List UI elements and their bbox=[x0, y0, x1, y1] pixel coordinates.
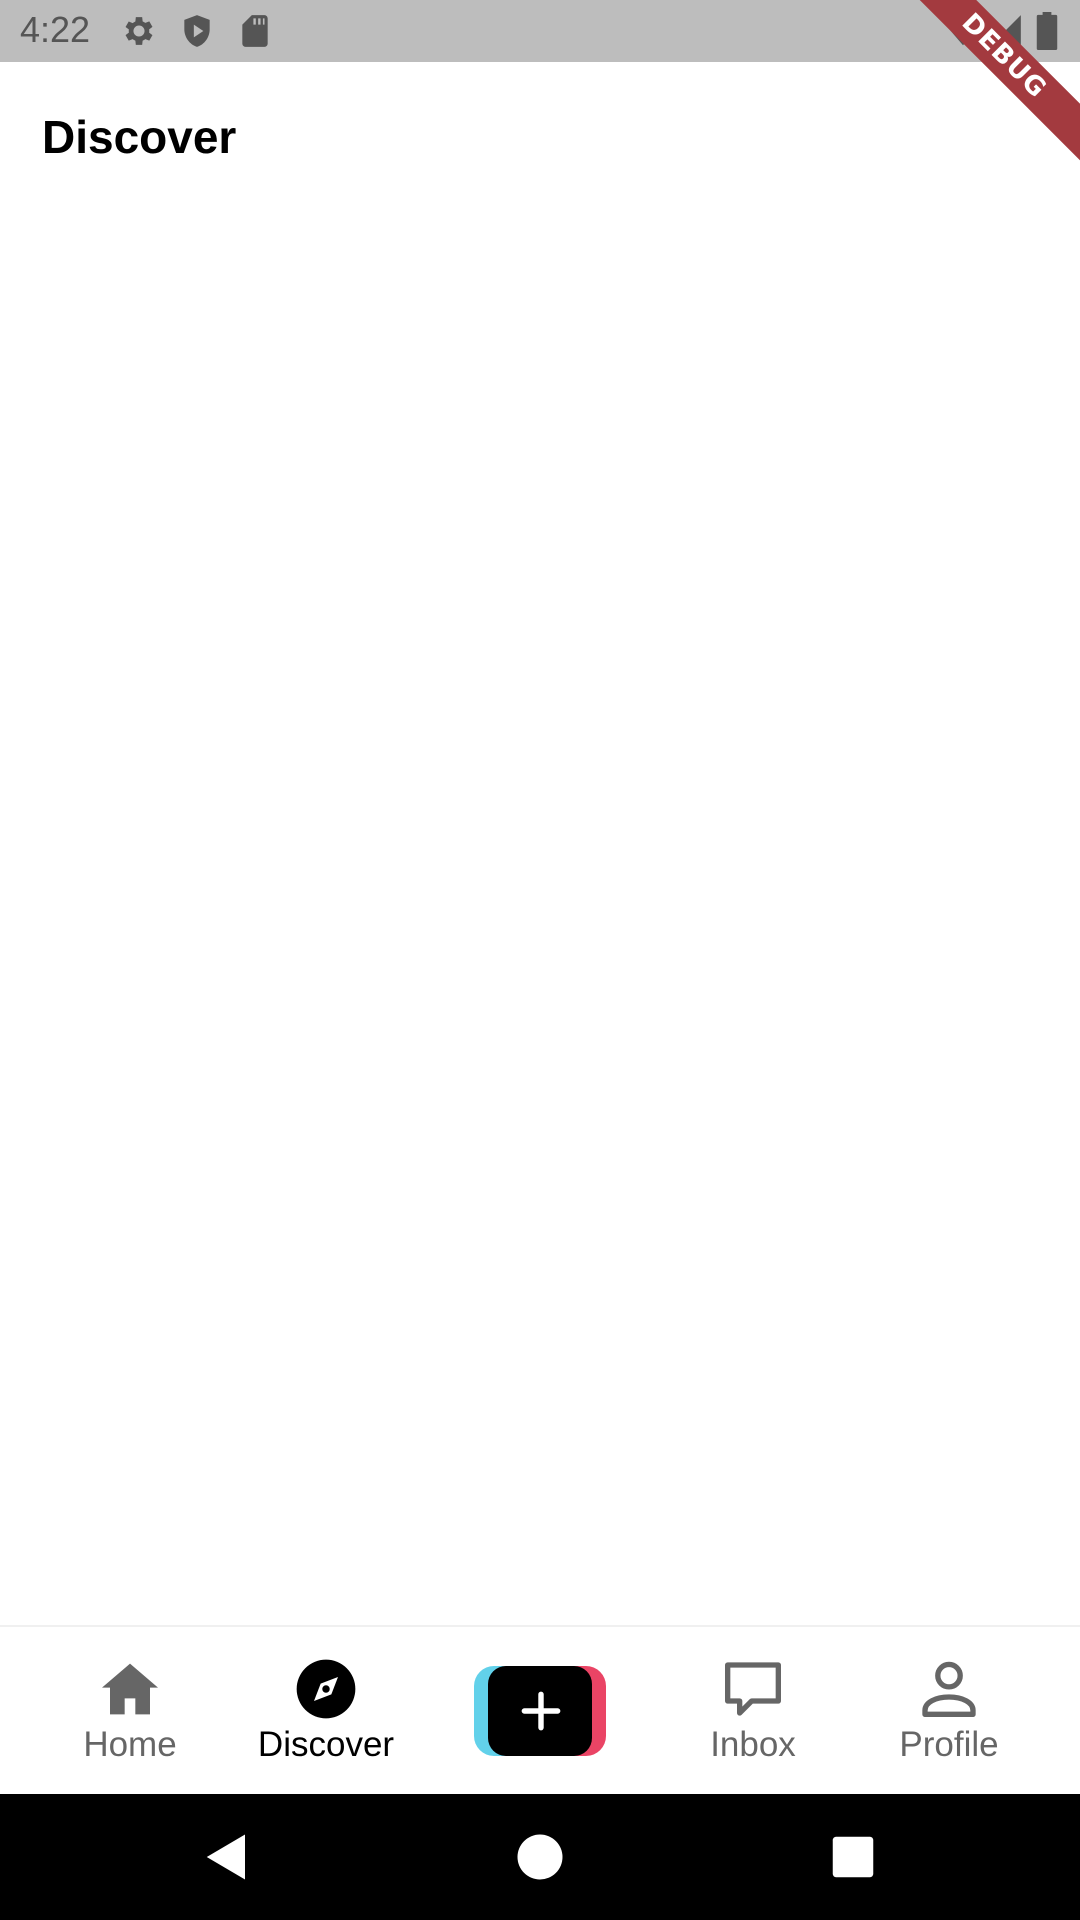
home-circle-icon[interactable] bbox=[513, 1830, 567, 1884]
nav-label-home: Home bbox=[83, 1725, 177, 1764]
home-icon bbox=[98, 1657, 162, 1721]
nav-label-discover: Discover bbox=[257, 1725, 395, 1764]
shield-play-icon bbox=[178, 12, 216, 50]
nav-label-profile: Profile bbox=[899, 1725, 999, 1764]
sd-card-icon bbox=[236, 12, 274, 50]
compass-icon bbox=[294, 1657, 358, 1721]
recents-icon[interactable] bbox=[826, 1830, 880, 1884]
nav-item-inbox[interactable]: Inbox bbox=[663, 1657, 843, 1777]
nav-item-discover[interactable]: Discover bbox=[236, 1657, 416, 1777]
system-navigation-bar bbox=[0, 1794, 1080, 1920]
back-icon[interactable] bbox=[200, 1830, 254, 1884]
person-icon bbox=[917, 1657, 981, 1721]
nav-item-home[interactable]: Home bbox=[40, 1657, 220, 1777]
app-bar: Discover bbox=[0, 62, 1080, 212]
status-time: 4:22 bbox=[20, 9, 91, 50]
chat-bubble-icon bbox=[721, 1657, 785, 1721]
plus-icon bbox=[516, 1686, 566, 1736]
create-video-button[interactable] bbox=[474, 1666, 606, 1756]
gear-icon bbox=[120, 12, 158, 50]
battery-icon bbox=[1032, 12, 1062, 50]
nav-item-profile[interactable]: Profile bbox=[859, 1657, 1039, 1777]
nav-label-inbox: Inbox bbox=[710, 1725, 796, 1764]
bottom-navigation: Home Discover Inbox Profile bbox=[0, 1625, 1080, 1794]
main-content bbox=[0, 212, 1080, 1625]
page-title: Discover bbox=[42, 111, 237, 163]
status-bar: 4:22 bbox=[0, 0, 1080, 62]
